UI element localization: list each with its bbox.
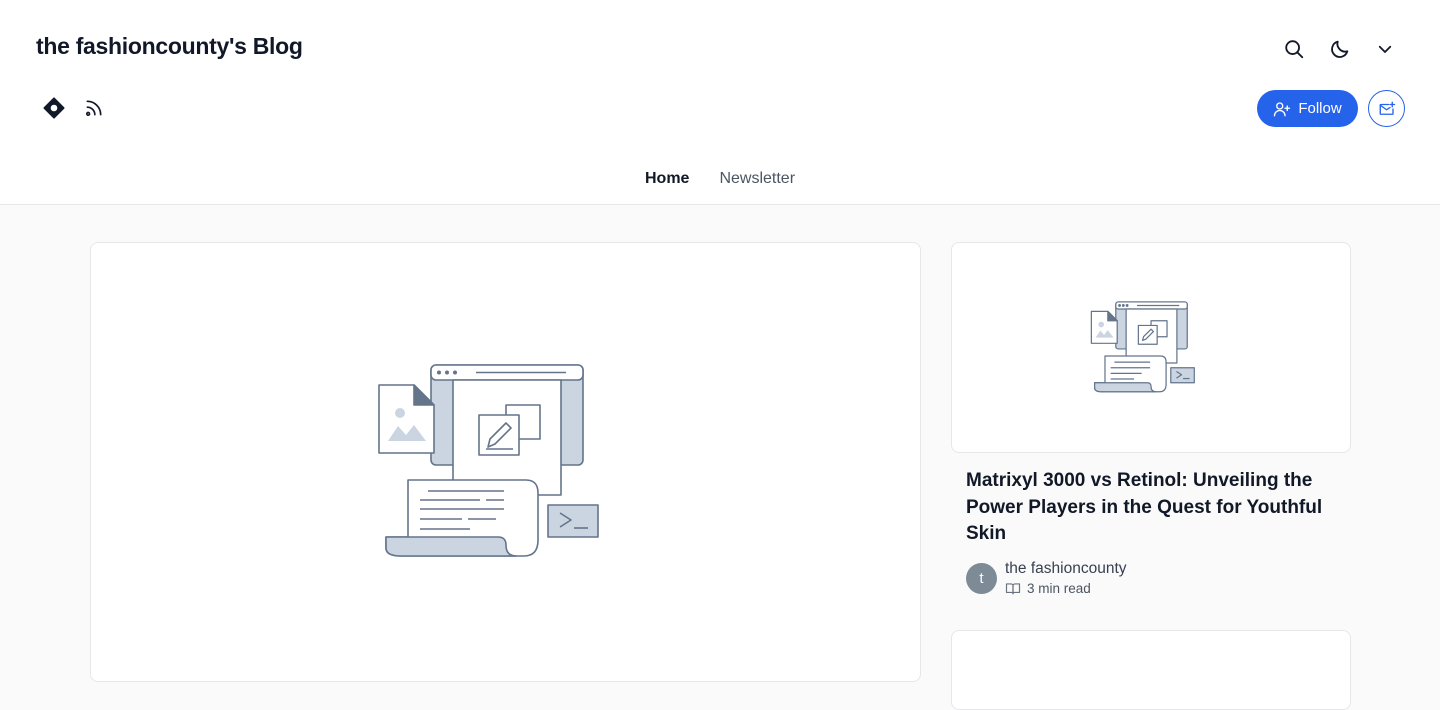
hashnode-link[interactable] [40,94,68,122]
chevron-down-icon [1378,45,1392,53]
blog-header: the fashioncounty's Blog Follow Home New… [0,0,1440,205]
read-time: 3 min read [1005,581,1127,596]
search-icon [1285,40,1304,59]
read-time-label: 3 min read [1027,581,1091,596]
post-card-thumbnail[interactable] [951,242,1351,453]
post-cover-placeholder-illustration [1090,301,1195,393]
tab-newsletter[interactable]: Newsletter [719,170,795,188]
tab-home[interactable]: Home [645,170,689,188]
follow-label: Follow [1298,100,1342,117]
featured-post-card[interactable] [90,242,921,682]
post-title[interactable]: Matrixyl 3000 vs Retinol: Unveiling the … [966,468,1346,548]
rss-icon [86,100,102,116]
mail-plus-icon [1379,101,1395,115]
post-card-next[interactable] [951,630,1351,710]
author-name[interactable]: the fashioncounty [1005,560,1127,578]
theme-toggle-button[interactable] [1325,34,1355,64]
menu-dropdown-button[interactable] [1370,34,1400,64]
blog-title[interactable]: the fashioncounty's Blog [36,33,303,60]
post-cover-placeholder-illustration [378,364,599,557]
blog-nav: Home Newsletter [0,170,1440,188]
book-icon [1005,583,1021,595]
search-button[interactable] [1279,34,1309,64]
rss-link[interactable] [80,94,108,122]
hashnode-icon [43,97,65,119]
user-plus-icon [1274,101,1291,116]
moon-icon [1331,40,1349,58]
follow-button[interactable]: Follow [1257,90,1358,127]
post-meta: t the fashioncounty 3 min read [966,560,1127,596]
author-info: the fashioncounty 3 min read [1005,560,1127,596]
newsletter-subscribe-button[interactable] [1368,90,1405,127]
avatar[interactable]: t [966,562,997,594]
